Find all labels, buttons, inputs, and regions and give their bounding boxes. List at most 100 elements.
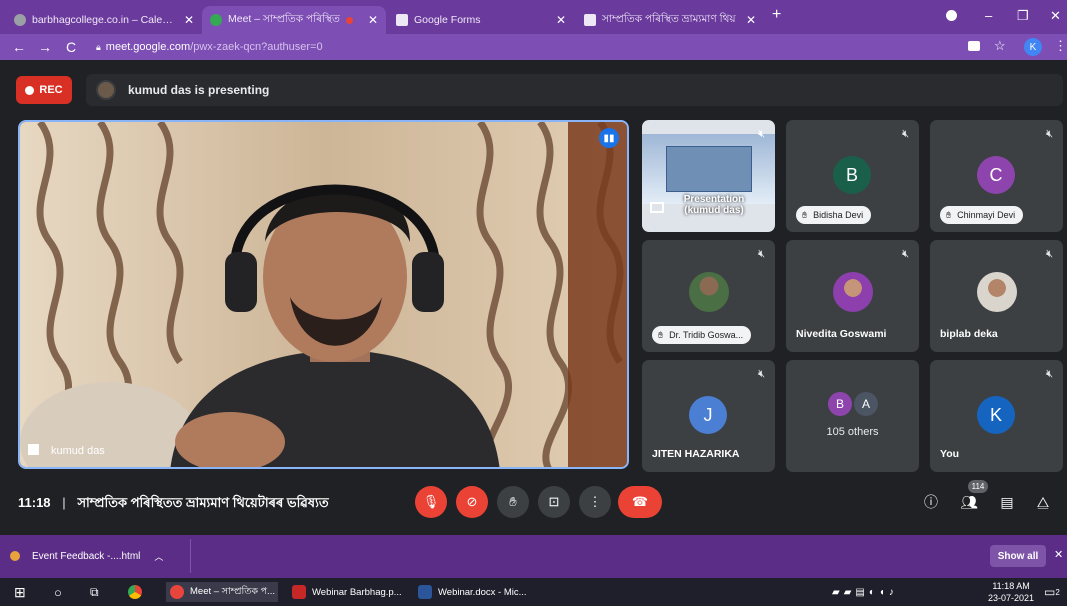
forms-icon xyxy=(584,14,596,26)
profile-avatar[interactable]: K xyxy=(1024,38,1042,56)
close-icon[interactable]: ✕ xyxy=(740,13,756,27)
raise-hand-button[interactable]: ✋︎ xyxy=(497,486,529,518)
chrome-file-icon xyxy=(10,551,20,561)
camera-icon[interactable] xyxy=(968,41,980,51)
tab-title: সাম্প্ৰতিক পৰিস্থিত ভ্ৰাম্যমাণ থিয় xyxy=(602,12,736,25)
system-tray-icons[interactable]: ▰▰▤◐◖♪ xyxy=(832,582,898,602)
taskbar-app-label: Webinar Barbhag.p... xyxy=(312,586,402,598)
taskbar-app-meet[interactable]: Meet – সাম্প্ৰতিক প... xyxy=(166,582,278,602)
info-icon: ⓘ xyxy=(924,494,938,510)
notification-count: 2 xyxy=(1055,587,1060,597)
forward-icon[interactable]: → xyxy=(38,39,52,55)
present-button[interactable]: ⊡ xyxy=(538,486,570,518)
name-pill: ✋︎ Chinmayi Devi xyxy=(940,206,1024,224)
mic-toggle-button[interactable]: 🎙︎ xyxy=(415,486,447,518)
presentation-tile[interactable]: 🔇︎ Presentation (kumud das) xyxy=(642,120,775,232)
notification-center-icon[interactable]: ▭ 2 xyxy=(1044,582,1060,602)
chat-button[interactable]: ▤ xyxy=(996,491,1018,513)
reload-icon[interactable]: C xyxy=(64,39,78,55)
people-button[interactable]: 👥︎ xyxy=(958,491,980,513)
presenting-banner: kumud das is presenting xyxy=(86,74,1063,106)
self-tile[interactable]: 🔇︎ K You xyxy=(930,360,1063,472)
recording-dot-icon xyxy=(345,16,353,24)
url-field[interactable]: 🔒︎ meet.google.com/pwx-zaek-qcn?authuser=… xyxy=(96,41,323,53)
more-options-button[interactable]: ⋮ xyxy=(579,486,611,518)
tab-title: Meet – সাম্প্ৰতিক পৰিস্থিত xyxy=(228,12,340,25)
mute-icon: 🔇︎ xyxy=(1046,368,1053,380)
tab-calendar[interactable]: barbhagcollege.co.in – Calendar ✕ xyxy=(6,6,202,34)
activities-button[interactable]: ⧋ xyxy=(1032,491,1054,513)
hand-icon: ✋︎ xyxy=(509,494,517,509)
camera-off-icon: ⊘ xyxy=(466,494,478,509)
close-icon[interactable]: ✕ xyxy=(1054,548,1063,561)
mute-icon: 🔇︎ xyxy=(1046,248,1053,260)
windows-start-icon[interactable]: ⊞ xyxy=(14,582,26,602)
pdf-icon xyxy=(292,585,306,599)
close-icon[interactable]: ✕ xyxy=(362,13,378,27)
maximize-button[interactable]: ❐ xyxy=(1017,8,1029,24)
raise-hand-icon: ✋︎ xyxy=(658,329,664,340)
download-bar: Event Feedback -....html ︿ Show all ✕ xyxy=(0,535,1067,578)
tab-forms-2[interactable]: সাম্প্ৰতিক পৰিস্থিত ভ্ৰাম্যমাণ থিয় ✕ xyxy=(576,6,764,34)
participant-name: Nivedita Goswami xyxy=(796,328,887,340)
participant-name: Bidisha Devi xyxy=(813,210,864,220)
divider xyxy=(190,539,191,573)
participant-photo xyxy=(832,272,873,312)
mic-off-icon: 🎙︎ xyxy=(422,494,440,509)
windows-taskbar: ⊞ ○ ⧉ Meet – সাম্প্ৰতিক প... Webinar Bar… xyxy=(0,578,1067,606)
close-icon[interactable]: ✕ xyxy=(178,13,194,27)
window-close-button[interactable]: ✕ xyxy=(1050,8,1061,24)
lock-icon: 🔒︎ xyxy=(96,42,101,52)
taskbar-app-label: Meet – সাম্প্ৰতিক প... xyxy=(190,585,275,597)
participant-photo xyxy=(976,272,1017,312)
tab-google-forms[interactable]: Google Forms ✕ xyxy=(388,6,574,34)
raise-hand-icon: ✋︎ xyxy=(802,209,808,220)
taskbar-app-pdf[interactable]: Webinar Barbhag.p... xyxy=(292,582,404,602)
avatar: B xyxy=(833,156,871,194)
chrome-icon xyxy=(128,585,142,599)
speaker-name-label: ⬛︎ kumud das xyxy=(28,444,105,457)
participant-tile[interactable]: 🔇︎ C ✋︎ Chinmayi Devi xyxy=(930,120,1063,232)
mute-icon: 🔇︎ xyxy=(902,248,909,260)
close-icon[interactable]: ✕ xyxy=(550,13,566,27)
address-bar: ← → C 🔒︎ meet.google.com/pwx-zaek-qcn?aut… xyxy=(0,34,1067,60)
mute-icon: 🔇︎ xyxy=(902,128,909,140)
participant-tile[interactable]: 🔇︎ ✋︎ Dr. Tridib Goswa... xyxy=(642,240,775,352)
mute-icon: 🔇︎ xyxy=(758,128,765,140)
url-host: meet.google.com xyxy=(105,41,191,53)
speaker-name: kumud das xyxy=(51,444,105,457)
others-tile[interactable]: B A 105 others xyxy=(786,360,919,472)
tab-meet[interactable]: Meet – সাম্প্ৰতিক পৰিস্থিত ✕ xyxy=(202,6,386,34)
mute-icon: 🔇︎ xyxy=(1046,128,1053,140)
meet-icon xyxy=(210,14,222,26)
leave-call-button[interactable]: ☎︎ xyxy=(618,486,662,518)
others-count: 105 others xyxy=(826,426,879,438)
participant-name: You xyxy=(940,448,960,460)
menu-icon[interactable]: ⋮ xyxy=(1054,38,1067,54)
chrome-app-icon[interactable] xyxy=(128,582,148,602)
participant-tile[interactable]: 🔇︎ B ✋︎ Bidisha Devi xyxy=(786,120,919,232)
participant-photo xyxy=(688,272,729,312)
participant-tile[interactable]: 🔇︎ biplab deka xyxy=(930,240,1063,352)
show-all-button[interactable]: Show all xyxy=(990,545,1046,567)
task-view-icon[interactable]: ⧉ xyxy=(90,582,99,602)
chevron-up-icon[interactable]: ︿ xyxy=(154,550,163,563)
main-speaker-video[interactable]: ▮▮ ⬛︎ kumud das xyxy=(18,120,629,469)
more-vert-icon: ⋮ xyxy=(588,494,602,509)
minimize-button[interactable]: – xyxy=(985,8,992,23)
meeting-details-button[interactable]: ⓘ xyxy=(920,491,942,513)
tab-title: Google Forms xyxy=(414,14,481,26)
profile-dot-icon[interactable] xyxy=(946,10,957,21)
search-icon[interactable]: ○ xyxy=(54,582,62,602)
new-tab-button[interactable]: + xyxy=(772,6,781,24)
participant-tile[interactable]: 🔇︎ Nivedita Goswami xyxy=(786,240,919,352)
star-icon[interactable]: ☆ xyxy=(994,38,1006,54)
presentation-label: Presentation (kumud das) xyxy=(683,194,745,216)
download-item[interactable]: Event Feedback -....html ︿ xyxy=(10,545,190,567)
taskbar-app-word[interactable]: Webinar.docx - Mic... xyxy=(418,582,530,602)
back-icon[interactable]: ← xyxy=(12,39,26,55)
camera-toggle-button[interactable]: ⊘ xyxy=(456,486,488,518)
clock[interactable]: 11:18 AM 23-07-2021 xyxy=(988,580,1034,604)
participant-tile[interactable]: 🔇︎ J JITEN HAZARIKA xyxy=(642,360,775,472)
participant-count-badge: 114 xyxy=(968,480,988,493)
